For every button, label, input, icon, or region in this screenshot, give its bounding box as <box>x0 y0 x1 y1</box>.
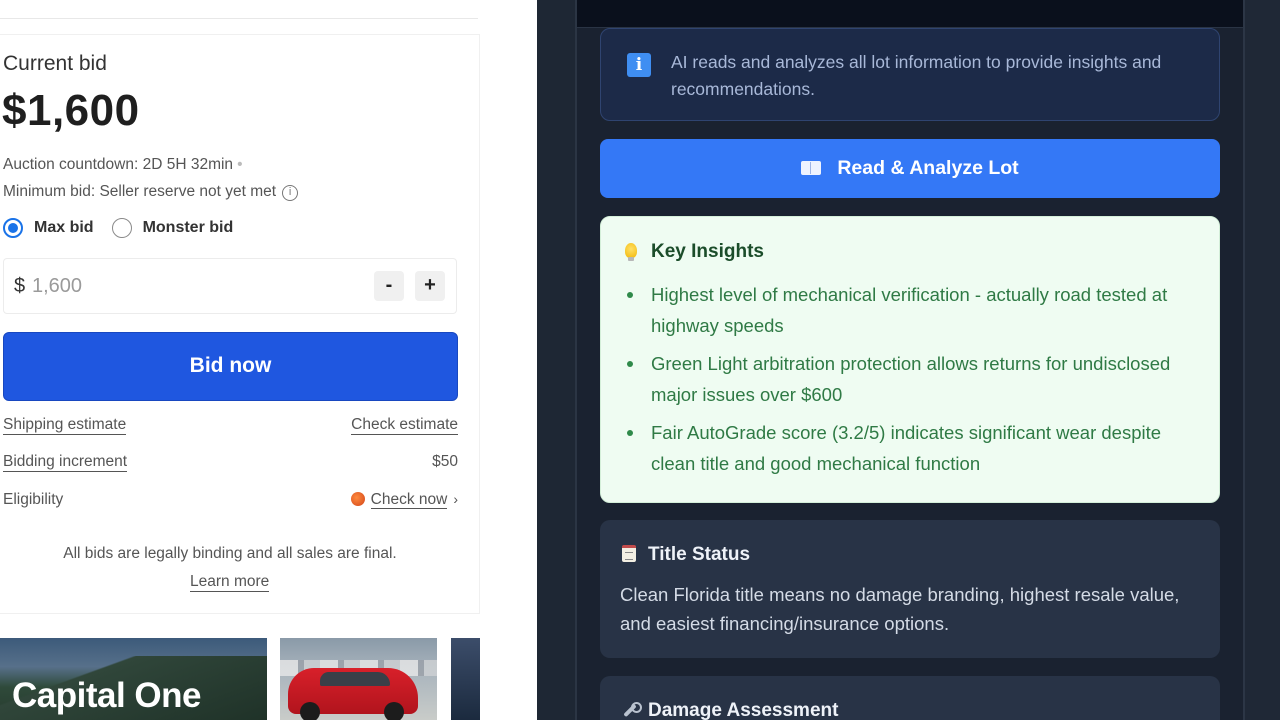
bidding-increment-link[interactable]: Bidding increment <box>3 453 128 472</box>
legal-notice: All bids are legally binding and all sal… <box>63 545 397 562</box>
key-insights-card: Key Insights Highest level of mechanical… <box>600 216 1220 503</box>
decrease-bid-button[interactable]: - <box>374 271 404 301</box>
title-status-heading: Title Status <box>622 544 750 566</box>
bid-now-button[interactable]: Bid now <box>3 332 458 401</box>
eligibility-label: Eligibility <box>3 491 64 508</box>
damage-assessment-heading: Damage Assessment <box>622 700 838 720</box>
monster-bid-label[interactable]: Monster bid <box>143 219 234 237</box>
list-item: Fair AutoGrade score (3.2/5) indicates s… <box>625 417 1195 479</box>
chevron-right-icon: › <box>453 491 458 507</box>
info-circle-icon[interactable]: i <box>282 185 299 201</box>
bidding-increment-value: $50 <box>432 453 458 470</box>
title-status-card: Title Status Clean Florida title means n… <box>600 520 1220 658</box>
increase-bid-button[interactable]: + <box>415 271 445 301</box>
minimum-bid: Minimum bid: Seller reserve not yet met i <box>3 183 299 201</box>
shipping-estimate-link[interactable]: Shipping estimate <box>3 416 127 435</box>
key-insights-title: Key Insights <box>651 241 764 262</box>
check-now-link[interactable]: Check now <box>370 491 448 509</box>
check-estimate-link[interactable]: Check estimate <box>351 416 458 435</box>
eligibility-check[interactable]: Check now › <box>350 491 458 509</box>
car-window-graphic <box>320 672 390 686</box>
current-bid-amount: $1,600 <box>2 86 140 135</box>
bid-panel: Current bid $1,600 Auction countdown: 2D… <box>0 0 537 720</box>
read-analyze-lot-button[interactable]: Read & Analyze Lot <box>600 139 1220 198</box>
car-wheel-graphic <box>384 702 404 720</box>
monster-bid-radio[interactable] <box>111 218 132 238</box>
ai-info-box: i AI reads and analyzes all lot informat… <box>600 28 1220 121</box>
banner-brand-text: Capital One <box>12 676 201 715</box>
damage-assessment-title: Damage Assessment <box>648 700 839 720</box>
damage-assessment-card: Damage Assessment <box>600 676 1220 720</box>
insights-list: Highest level of mechanical verification… <box>625 279 1195 486</box>
pane-divider <box>537 0 577 720</box>
wrench-icon <box>622 702 642 718</box>
currency-symbol: $ <box>14 275 26 297</box>
car-wheel-graphic <box>300 702 320 720</box>
bid-amount-value[interactable]: 1,600 <box>32 275 82 298</box>
key-insights-heading: Key Insights <box>625 241 764 263</box>
thumbnail-partial[interactable] <box>451 638 480 720</box>
lightbulb-icon <box>625 243 637 261</box>
panel-header-bar <box>577 0 1243 28</box>
minimum-bid-text: Minimum bid: Seller reserve not yet met <box>3 183 277 200</box>
learn-more-link[interactable]: Learn more <box>190 573 270 592</box>
max-bid-radio[interactable] <box>3 218 23 238</box>
ai-info-text: AI reads and analyzes all lot informatio… <box>671 52 1162 99</box>
title-status-title: Title Status <box>648 544 751 565</box>
separator-dot: • <box>237 156 243 173</box>
book-icon <box>801 161 822 175</box>
thumbnail-car-photo[interactable] <box>280 638 437 720</box>
bid-type-selector: Max bid Monster bid <box>3 218 251 238</box>
divider-line <box>0 18 478 19</box>
list-item: Highest level of mechanical verification… <box>625 279 1195 341</box>
memo-icon <box>622 545 636 562</box>
countdown-text: Auction countdown: 2D 5H 32min <box>3 156 234 173</box>
ai-analysis-panel: i AI reads and analyzes all lot informat… <box>577 0 1280 720</box>
list-item: Green Light arbitration protection allow… <box>625 348 1195 410</box>
info-icon: i <box>627 53 651 77</box>
panel-scrollbar[interactable] <box>1243 0 1280 720</box>
auction-countdown: Auction countdown: 2D 5H 32min • <box>3 156 243 174</box>
thumbnail-banner[interactable]: Capital One <box>0 638 267 720</box>
title-status-text: Clean Florida title means no damage bran… <box>620 584 1180 634</box>
current-bid-label: Current bid <box>3 52 107 75</box>
analyze-button-label: Read & Analyze Lot <box>837 157 1019 179</box>
max-bid-label[interactable]: Max bid <box>34 219 94 237</box>
bid-amount-input[interactable]: $ 1,600 - + <box>3 258 457 314</box>
status-dot-icon <box>350 492 365 506</box>
